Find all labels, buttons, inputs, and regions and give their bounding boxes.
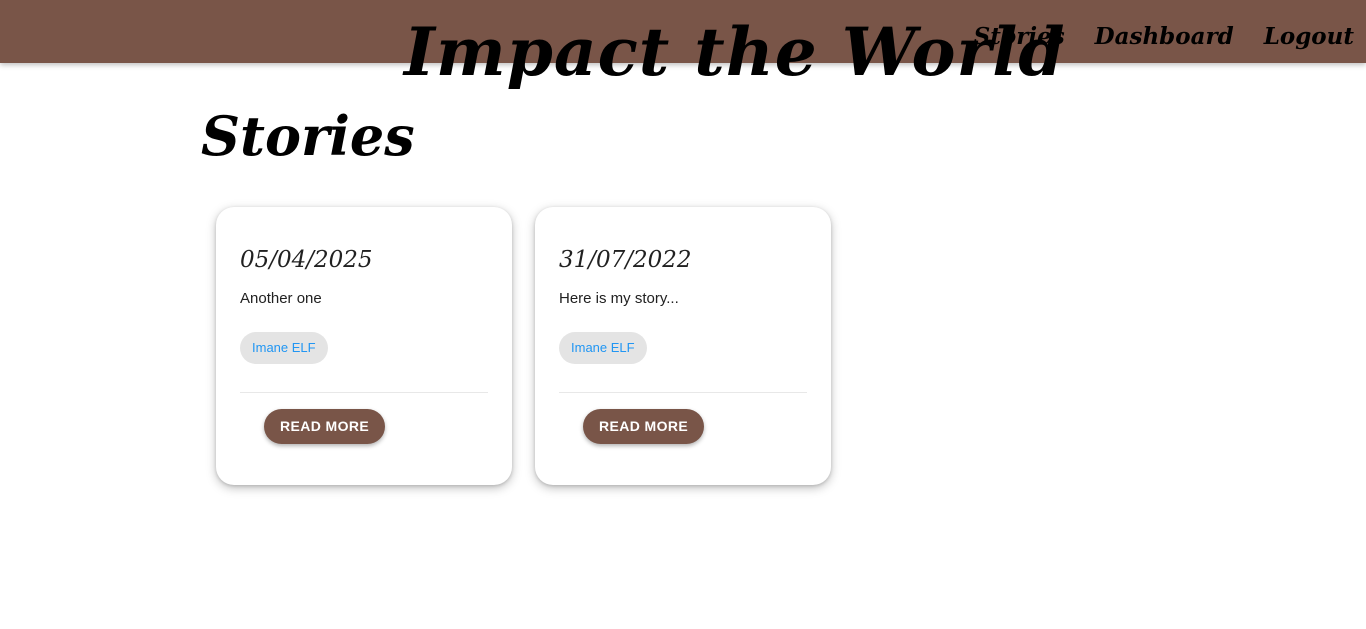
author-chip[interactable]: Imane ELF [559, 332, 647, 364]
author-chip[interactable]: Imane ELF [240, 332, 328, 364]
story-card: 05/04/2025 Another one Imane ELF Read mo… [216, 207, 512, 485]
story-card: 31/07/2022 Here is my story... Imane ELF… [535, 207, 831, 485]
nav-link-logout[interactable]: Logout [1264, 22, 1354, 52]
page-title: Stories [201, 104, 415, 168]
site-title[interactable]: Impact the World [404, 2, 1064, 102]
story-date: 31/07/2022 [559, 247, 692, 273]
nav-link-stories[interactable]: Stories [974, 22, 1065, 52]
nav-link-dashboard[interactable]: Dashboard [1095, 22, 1234, 52]
story-excerpt: Another one [240, 290, 322, 307]
read-more-button[interactable]: Read more [583, 409, 705, 444]
card-divider [240, 392, 488, 393]
main-nav: Stories Dashboard Logout [974, 22, 1354, 52]
read-more-button[interactable]: Read more [264, 409, 386, 444]
story-date: 05/04/2025 [240, 247, 373, 273]
card-divider [559, 392, 807, 393]
story-excerpt: Here is my story... [559, 290, 679, 307]
